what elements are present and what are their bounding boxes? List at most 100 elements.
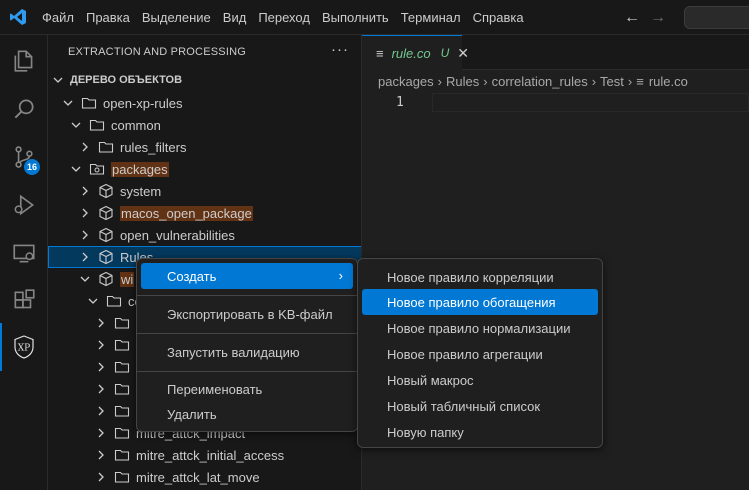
menu-terminal[interactable]: Терминал xyxy=(395,0,467,35)
chevron-down-icon xyxy=(50,72,66,88)
submenu-item-new-enrichment-rule[interactable]: Новое правило обогащения xyxy=(362,289,598,315)
context-menu: Создать › Экспортировать в KB-файл Запус… xyxy=(136,258,358,432)
remote-explorer-icon[interactable] xyxy=(0,229,48,277)
tree-item-mitre-attck-lat-move[interactable]: mitre_attck_lat_move xyxy=(48,466,361,488)
arrow-left-icon[interactable]: ← xyxy=(624,9,640,27)
chevron-right-icon xyxy=(93,337,109,353)
folder-icon xyxy=(113,381,131,397)
chevron-right-icon xyxy=(93,359,109,375)
menu-item-label: Удалить xyxy=(167,406,217,422)
submenu-item-label: Новое правило корреляции xyxy=(387,269,554,285)
menu-item-label: Создать xyxy=(167,268,217,284)
menu-go[interactable]: Переход xyxy=(252,0,316,35)
menu-edit[interactable]: Правка xyxy=(80,0,136,35)
menu-selection[interactable]: Выделение xyxy=(136,0,217,35)
chevron-down-icon xyxy=(68,117,84,133)
menu-item-rename[interactable]: Переименовать xyxy=(141,376,353,402)
tree-item-label: open-xp-rules xyxy=(103,95,183,111)
command-center-search[interactable] xyxy=(684,6,749,29)
tree-item-open-xp-rules[interactable]: open-xp-rules xyxy=(48,92,361,114)
tree-item-macos-open-package[interactable]: macos_open_package xyxy=(48,202,361,224)
tree-item-rules-filters[interactable]: rules_filters xyxy=(48,136,361,158)
folder-icon xyxy=(113,425,131,441)
tree-item-system[interactable]: system xyxy=(48,180,361,202)
chevron-right-icon xyxy=(77,205,93,221)
folder-icon xyxy=(105,293,123,309)
breadcrumb-item[interactable]: Test xyxy=(600,74,624,89)
extensions-icon[interactable] xyxy=(0,277,48,325)
menu-item-label: Переименовать xyxy=(167,381,263,397)
menu-separator xyxy=(137,371,357,372)
run-debug-icon[interactable] xyxy=(0,181,48,229)
package-icon xyxy=(97,249,115,265)
tree-item-label: mitre_attck_initial_access xyxy=(136,447,285,463)
submenu-item-new-table-list[interactable]: Новый табличный список xyxy=(362,393,598,419)
breadcrumb-item[interactable]: Rules xyxy=(446,74,479,89)
submenu-item-new-normalization-rule[interactable]: Новое правило нормализации xyxy=(362,315,598,341)
folder-icon xyxy=(88,117,106,133)
folder-icon xyxy=(113,469,131,485)
tree-item-mitre-attck-initial-access[interactable]: mitre_attck_initial_access xyxy=(48,444,361,466)
breadcrumb: packages › Rules › correlation_rules › T… xyxy=(362,70,749,92)
menu-item-create[interactable]: Создать › xyxy=(141,263,353,289)
package-icon xyxy=(97,227,115,243)
menu-view[interactable]: Вид xyxy=(217,0,253,35)
breadcrumb-item[interactable]: correlation_rules xyxy=(492,74,588,89)
chevron-right-icon: › xyxy=(483,73,488,89)
chevron-right-icon xyxy=(93,425,109,441)
menu-separator xyxy=(137,295,357,296)
breadcrumb-item[interactable]: rule.co xyxy=(649,74,688,89)
tree-item-label: packages xyxy=(111,161,169,177)
submenu-item-label: Новое правило обогащения xyxy=(387,294,556,310)
git-status-badge: U xyxy=(440,46,450,60)
chevron-right-icon xyxy=(93,447,109,463)
chevron-right-icon: › xyxy=(437,73,442,89)
chevron-right-icon: › xyxy=(338,268,343,283)
tab-rule-co[interactable]: ≡ rule.co U ✕ xyxy=(362,35,469,70)
folder-icon xyxy=(97,139,115,155)
chevron-right-icon xyxy=(93,315,109,331)
search-icon[interactable] xyxy=(0,85,48,133)
chevron-down-icon xyxy=(77,271,93,287)
menu-file[interactable]: Файл xyxy=(36,0,80,35)
submenu-item-label: Новый макрос xyxy=(387,372,474,388)
tree-item-open-vulnerabilities[interactable]: open_vulnerabilities xyxy=(48,224,361,246)
file-lines-icon: ≡ xyxy=(376,45,384,61)
chevron-down-icon xyxy=(68,161,84,177)
chevron-right-icon xyxy=(77,249,93,265)
more-actions-icon[interactable]: ··· xyxy=(331,41,349,58)
folder-icon xyxy=(113,359,131,375)
submenu-item-new-folder[interactable]: Новую папку xyxy=(362,419,598,445)
menu-item-delete[interactable]: Удалить xyxy=(141,401,353,427)
submenu-item-label: Новую папку xyxy=(387,424,464,440)
tree-item-packages[interactable]: packages xyxy=(48,158,361,180)
submenu-item-new-macro[interactable]: Новый макрос xyxy=(362,367,598,393)
chevron-right-icon xyxy=(93,469,109,485)
menu-run[interactable]: Выполнить xyxy=(316,0,395,35)
arrow-right-icon[interactable]: → xyxy=(650,9,666,27)
current-line-highlight xyxy=(432,93,749,112)
source-control-icon[interactable]: 16 xyxy=(0,133,48,181)
vscode-logo-icon xyxy=(0,0,36,35)
explorer-icon[interactable] xyxy=(0,37,48,85)
xp-extension-icon[interactable]: XP xyxy=(0,323,48,371)
submenu-item-label: Новое правило агрегации xyxy=(387,346,543,362)
menu-help[interactable]: Справка xyxy=(467,0,530,35)
tree-item-label: rules_filters xyxy=(120,139,187,155)
activity-bar: 16 XP xyxy=(0,35,48,490)
chevron-right-icon: › xyxy=(627,73,633,89)
section-header-object-tree[interactable]: ДЕРЕВО ОБЪЕКТОВ xyxy=(48,69,361,91)
submenu-item-new-aggregation-rule[interactable]: Новое правило агрегации xyxy=(362,341,598,367)
folder-icon xyxy=(113,447,131,463)
breadcrumb-item[interactable]: packages xyxy=(378,74,434,89)
package-icon xyxy=(97,205,115,221)
submenu-item-new-correlation-rule[interactable]: Новое правило корреляции xyxy=(362,264,598,290)
line-number: 1 xyxy=(396,95,404,110)
submenu-item-label: Новый табличный список xyxy=(387,398,541,414)
navigation-arrows: ← → xyxy=(624,0,666,35)
menu-item-export-kb[interactable]: Экспортировать в KB-файл xyxy=(141,301,353,327)
tree-item-common[interactable]: common xyxy=(48,114,361,136)
chevron-right-icon xyxy=(93,403,109,419)
menu-item-run-validation[interactable]: Запустить валидацию xyxy=(141,339,353,365)
close-icon[interactable]: ✕ xyxy=(457,45,469,62)
